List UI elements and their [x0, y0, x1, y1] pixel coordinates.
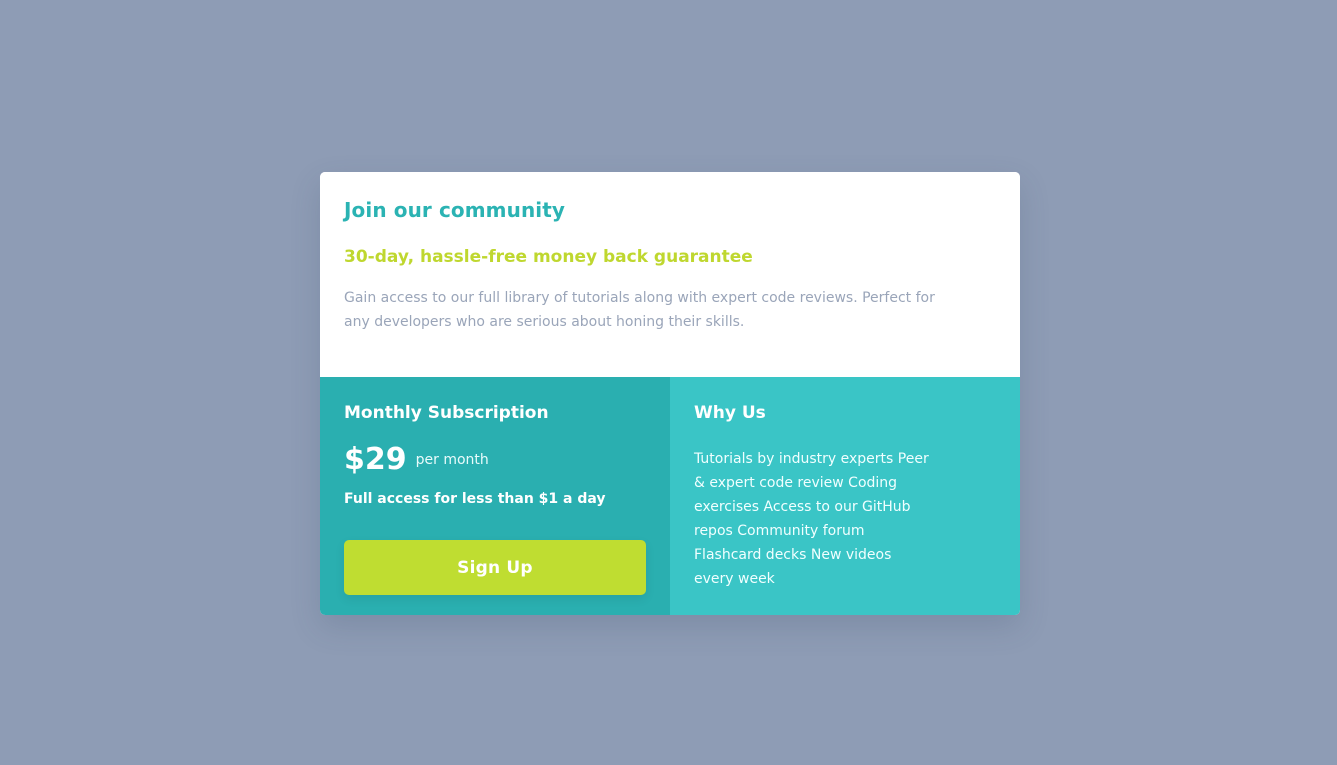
why-us-features: Tutorials by industry experts Peer & exp… [694, 451, 929, 587]
card-header-section: Join our community 30-day, hassle-free m… [320, 172, 1020, 377]
guarantee-subtitle: 30-day, hassle-free money back guarantee [344, 247, 753, 267]
card-description: Gain access to our full library of tutor… [344, 290, 935, 330]
subscription-tagline: Full access for less than $1 a day [344, 491, 606, 507]
subscription-heading: Monthly Subscription [344, 403, 549, 423]
price-row: $29 per month [344, 443, 646, 477]
card-bottom-section: Monthly Subscription $29 per month Full … [320, 377, 1020, 615]
pricing-card: Join our community 30-day, hassle-free m… [320, 172, 1020, 615]
sign-up-button[interactable]: Sign Up [344, 540, 646, 595]
card-title: Join our community [344, 198, 566, 222]
price-amount: $29 [344, 442, 407, 477]
subscription-panel: Monthly Subscription $29 per month Full … [320, 377, 670, 615]
why-us-panel: Why Us Tutorials by industry experts Pee… [670, 377, 1020, 615]
why-us-heading: Why Us [694, 403, 766, 423]
price-period: per month [415, 452, 489, 468]
